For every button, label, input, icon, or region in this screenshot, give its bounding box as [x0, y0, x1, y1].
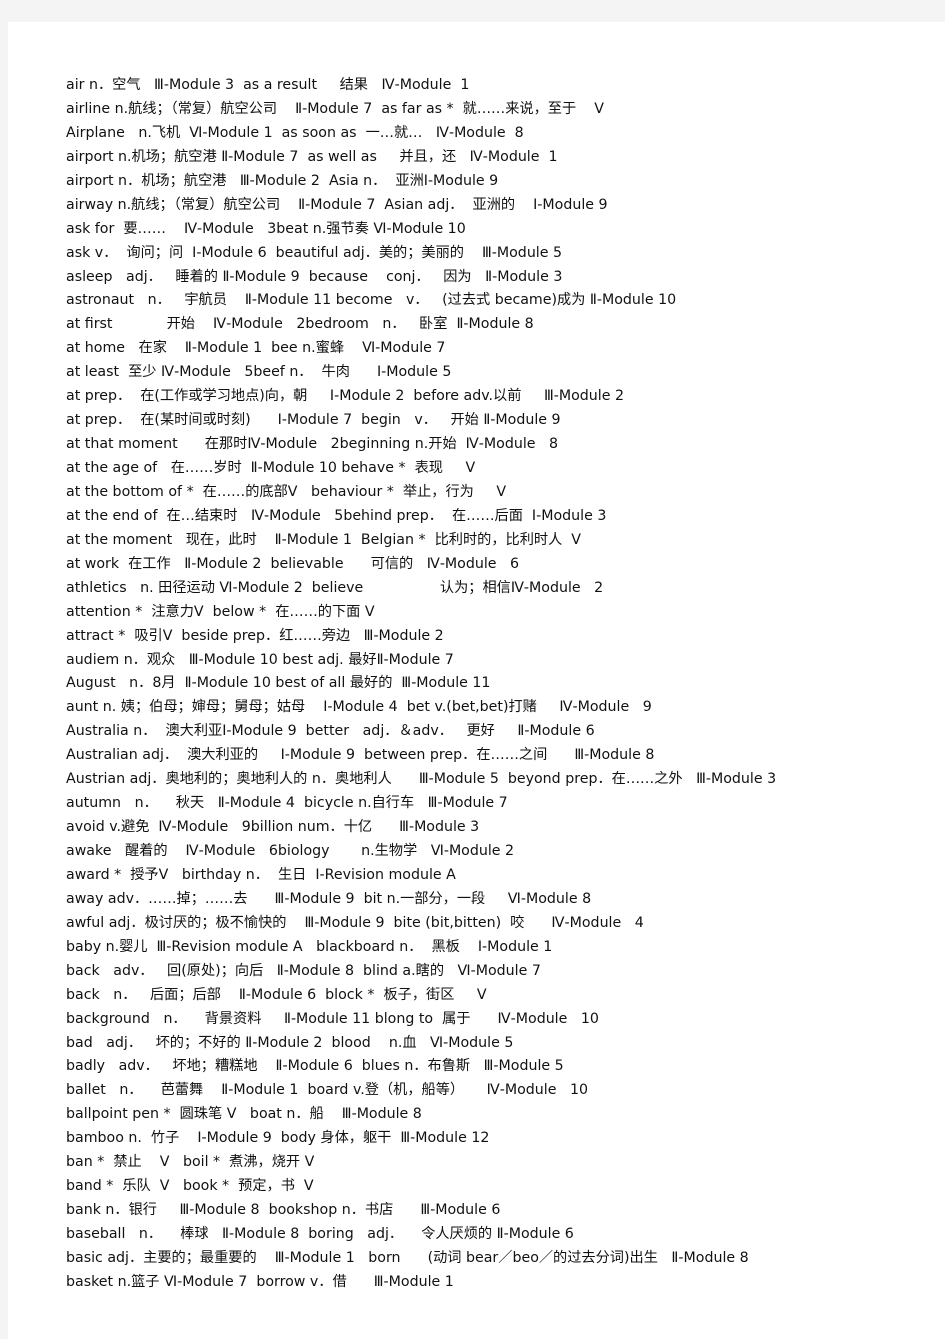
vocabulary-line: baseball n． 棒球 Ⅱ-Module 8 boring adj． 令人…	[66, 1226, 574, 1242]
vocabulary-line: autumn n． 秋天 Ⅱ-Module 4 bicycle n.自行车 Ⅲ-…	[66, 795, 508, 812]
document-page: air n．空气 Ⅲ-Module 3 as a result 结果 Ⅳ-Mod…	[8, 22, 945, 1339]
vocabulary-line: at first 开始 Ⅳ-Module 2bedroom n． 卧室 Ⅱ-Mo…	[66, 316, 534, 333]
vocabulary-line: basket n.篮子 Ⅵ-Module 7 borrow v．借 Ⅲ-Modu…	[66, 1273, 454, 1290]
vocabulary-line: Airplane n.飞机 Ⅵ-Module 1 as soon as 一…就……	[66, 124, 524, 141]
vocabulary-line: air n．空气 Ⅲ-Module 3 as a result 结果 Ⅳ-Mod…	[66, 77, 470, 93]
vocabulary-line: bank n．银行 Ⅲ-Module 8 bookshop n．书店 Ⅲ-Mod…	[66, 1202, 501, 1219]
vocabulary-line: attract * 吸引Ⅴ beside prep．红……旁边 Ⅲ-Module…	[66, 627, 444, 644]
vocabulary-line: badly adv． 坏地；糟糕地 Ⅱ-Module 6 blues n．布鲁斯…	[66, 1058, 564, 1075]
vocabulary-line: at prep． 在(某时间或时刻) Ⅰ-Module 7 begin v． 开…	[66, 412, 561, 429]
vocabulary-line: ballet n． 芭蕾舞 Ⅱ-Module 1 board v.登（机，船等）…	[66, 1082, 588, 1099]
vocabulary-list: air n．空气 Ⅲ-Module 3 as a result 结果 Ⅳ-Mod…	[66, 74, 936, 1295]
vocabulary-line: Austrian adj．奥地利的；奥地利人的 n．奥地利人 Ⅲ-Module …	[66, 771, 777, 788]
vocabulary-line: ballpoint pen * 圆珠笔 Ⅴ boat n．船 Ⅲ-Module …	[66, 1106, 422, 1123]
vocabulary-line: basic adj．主要的；最重要的 Ⅲ-Module 1 born (动词 b…	[66, 1249, 749, 1266]
vocabulary-line: attention * 注意力Ⅴ below * 在……的下面 Ⅴ	[66, 603, 375, 620]
vocabulary-line: astronaut n． 宇航员 Ⅱ-Module 11 become v． (…	[66, 292, 677, 309]
vocabulary-line: at work 在工作 Ⅱ-Module 2 believable 可信的 Ⅳ-…	[66, 555, 520, 572]
vocabulary-line: bad adj． 坏的；不好的 Ⅱ-Module 2 blood n.血 Ⅵ-M…	[66, 1034, 514, 1051]
vocabulary-line: at the moment 现在，此时 Ⅱ-Module 1 Belgian *…	[66, 531, 581, 548]
vocabulary-line: asleep adj． 睡着的 Ⅱ-Module 9 because conj．…	[66, 268, 563, 285]
vocabulary-line: at the age of 在……岁时 Ⅱ-Module 10 behave *…	[66, 460, 476, 476]
vocabulary-line: airport n.机场；航空港 Ⅱ-Module 7 as well as 并…	[66, 148, 558, 165]
vocabulary-line: ask v． 询问；问 Ⅰ-Module 6 beautiful adj．美的；…	[66, 244, 563, 261]
vocabulary-line: baby n.婴儿 Ⅲ-Revision module A blackboard…	[66, 938, 553, 955]
vocabulary-line: August n．8月 Ⅱ-Module 10 best of all 最好的 …	[66, 675, 491, 692]
vocabulary-line: background n． 背景资料 Ⅱ-Module 11 blong to …	[66, 1010, 599, 1027]
vocabulary-line: avoid v.避免 Ⅳ-Module 9billion num．十亿 Ⅲ-Mo…	[66, 819, 480, 836]
vocabulary-line: airport n．机场；航空港 Ⅲ-Module 2 Asia n． 亚洲Ⅰ-…	[66, 172, 499, 189]
vocabulary-line: ask for 要…… Ⅳ-Module 3beat n.强节奏 Ⅵ-Modul…	[66, 220, 466, 237]
vocabulary-line: at the bottom of * 在……的底部Ⅴ behaviour * 举…	[66, 483, 507, 500]
vocabulary-line: away adv．……掉；……去 Ⅲ-Module 9 bit n.一部分，一段…	[66, 890, 592, 907]
vocabulary-line: aunt n. 姨；伯母；婶母；舅母；姑母 Ⅰ-Module 4 bet v.(…	[66, 699, 652, 716]
vocabulary-line: awful adj．极讨厌的；极不愉快的 Ⅲ-Module 9 bite (bi…	[66, 914, 644, 931]
vocabulary-line: award * 授予Ⅴ birthday n． 生日 Ⅰ-Revision mo…	[66, 866, 456, 883]
vocabulary-line: at home 在家 Ⅱ-Module 1 bee n.蜜蜂 Ⅵ-Module …	[66, 340, 446, 357]
vocabulary-line: airline n.航线；（常复）航空公司 Ⅱ-Module 7 as far …	[66, 100, 604, 117]
vocabulary-line: awake 醒着的 Ⅳ-Module 6biology n.生物学 Ⅵ-Modu…	[66, 843, 515, 859]
vocabulary-line: Australian adj． 澳大利亚的 Ⅰ-Module 9 between…	[66, 747, 655, 764]
vocabulary-line: at the end of 在…结束时 Ⅳ-Module 5behind pre…	[66, 507, 607, 524]
vocabulary-line: back n． 后面；后部 Ⅱ-Module 6 block * 板子，街区 Ⅴ	[66, 986, 487, 1003]
vocabulary-line: athletics n. 田径运动 Ⅵ-Module 2 believe 认为；…	[66, 579, 604, 596]
vocabulary-line: band * 乐队 Ⅴ book * 预定，书 Ⅴ	[66, 1178, 314, 1195]
vocabulary-line: at that moment 在那时Ⅳ-Module 2beginning n.…	[66, 436, 559, 453]
vocabulary-line: at prep． 在(工作或学习地点)向，朝 Ⅰ-Module 2 before…	[66, 388, 624, 405]
vocabulary-line: back adv． 回(原处)；向后 Ⅱ-Module 8 blind a.瞎的…	[66, 962, 541, 979]
vocabulary-line: bamboo n. 竹子 Ⅰ-Module 9 body 身体，躯干 Ⅲ-Mod…	[66, 1130, 490, 1147]
vocabulary-line: audiem n．观众 Ⅲ-Module 10 best adj. 最好Ⅱ-Mo…	[66, 651, 454, 668]
vocabulary-line: Australia n． 澳大利亚Ⅰ-Module 9 better adj．＆…	[66, 723, 595, 740]
vocabulary-line: ban * 禁止 Ⅴ boil * 煮沸，烧开 Ⅴ	[66, 1154, 315, 1171]
vocabulary-line: at least 至少 Ⅳ-Module 5beef n． 牛肉 Ⅰ-Modul…	[66, 364, 452, 381]
vocabulary-line: airway n.航线；（常复）航空公司 Ⅱ-Module 7 Asian ad…	[66, 196, 608, 213]
